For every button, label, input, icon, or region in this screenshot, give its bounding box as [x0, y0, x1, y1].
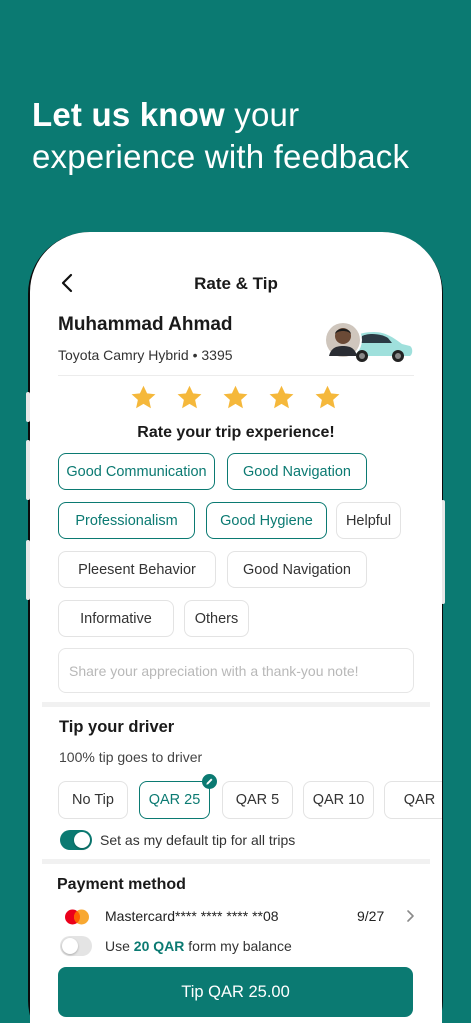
chip-professionalism[interactable]: Professionalism [58, 502, 195, 539]
chip-others[interactable]: Others [184, 600, 249, 637]
section-divider [42, 859, 430, 864]
chevron-right-icon[interactable] [406, 909, 415, 923]
chip-good-navigation[interactable]: Good Navigation [227, 453, 367, 490]
app-screen: Rate & Tip Muhammad Ahmad Toyota Camry H… [30, 232, 442, 1023]
chip-pleesent-behavior[interactable]: Pleesent Behavior [58, 551, 216, 588]
tip-section-title: Tip your driver [59, 718, 175, 736]
tip-option-no-tip[interactable]: No Tip [58, 781, 128, 819]
thank-you-note-input[interactable]: Share your appreciation with a thank-you… [58, 648, 414, 693]
star-icon[interactable] [130, 384, 157, 411]
headline-line2: experience with feedback [32, 138, 410, 175]
section-divider [42, 702, 430, 707]
tip-subtitle: 100% tip goes to driver [59, 749, 203, 765]
toggle-knob [74, 832, 90, 848]
toggle-knob [62, 938, 78, 954]
card-number[interactable]: Mastercard**** **** **** **08 [105, 908, 279, 924]
page-title: Rate & Tip [194, 274, 278, 293]
chip-good-hygiene[interactable]: Good Hygiene [206, 502, 327, 539]
chip-good-communication[interactable]: Good Communication [58, 453, 215, 490]
balance-prefix: Use [105, 938, 134, 954]
star-icon[interactable] [314, 384, 341, 411]
star-icon[interactable] [176, 384, 203, 411]
default-tip-label: Set as my default tip for all trips [100, 832, 296, 848]
tip-option-qar-10[interactable]: QAR 10 [303, 781, 374, 819]
tip-submit-button[interactable]: Tip QAR 25.00 [58, 967, 413, 1017]
car-info: Toyota Camry Hybrid • 3395 [58, 347, 233, 363]
headline-bold: Let us know [32, 96, 225, 133]
use-balance-label: Use 20 QAR form my balance [105, 938, 292, 954]
chip-good-navigation-2[interactable]: Good Navigation [227, 551, 367, 588]
chip-helpful[interactable]: Helpful [336, 502, 401, 539]
balance-suffix: form my balance [184, 938, 292, 954]
tip-option-qar-25[interactable]: QAR 25 [139, 774, 217, 819]
divider [58, 375, 414, 376]
tip-option-qar-more[interactable]: QAR [384, 781, 442, 819]
driver-name: Muhammad Ahmad [58, 314, 233, 335]
balance-amount: 20 QAR [133, 938, 185, 954]
chip-informative[interactable]: Informative [58, 600, 174, 637]
rating-prompt: Rate your trip experience! [137, 424, 335, 441]
star-icon[interactable] [268, 384, 295, 411]
nav-bar: Rate & Tip [30, 272, 442, 296]
tip-option-qar-5[interactable]: QAR 5 [222, 781, 293, 819]
pencil-icon[interactable] [202, 774, 217, 789]
tip-option-label: QAR 25 [148, 792, 201, 808]
star-rating[interactable] [130, 384, 341, 411]
driver-car-avatar [324, 321, 413, 362]
headline-rest: your [224, 96, 300, 133]
star-icon[interactable] [222, 384, 249, 411]
card-expiry: 9/27 [357, 908, 385, 924]
default-tip-toggle[interactable] [60, 830, 92, 850]
use-balance-toggle[interactable] [60, 936, 92, 956]
payment-section-title: Payment method [57, 876, 186, 893]
mastercard-icon [65, 909, 89, 925]
promo-headline: Let us know your experience with feedbac… [32, 94, 409, 178]
